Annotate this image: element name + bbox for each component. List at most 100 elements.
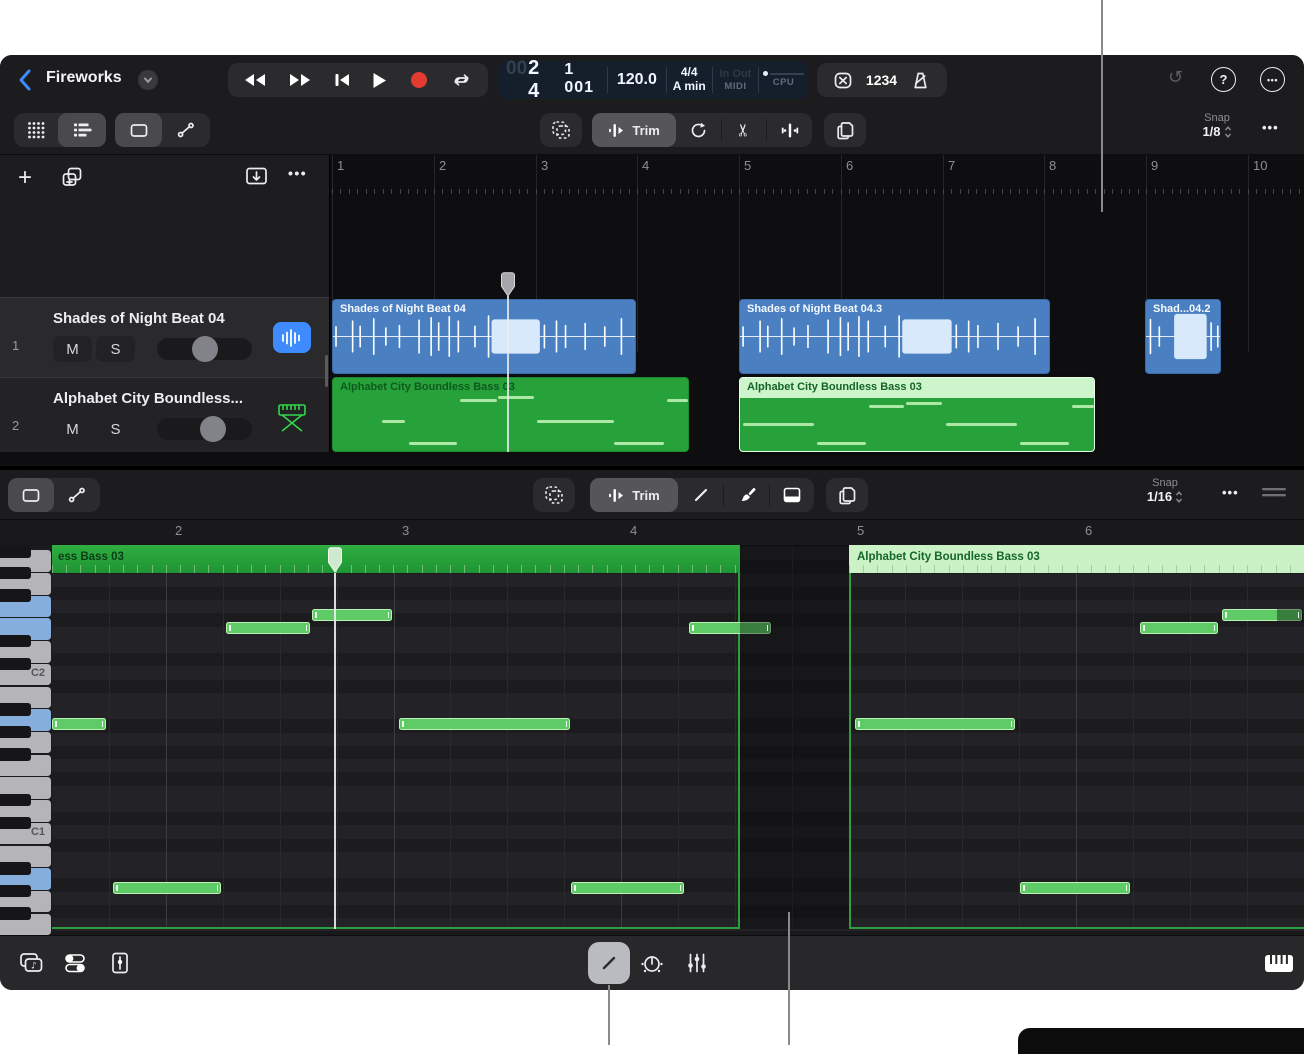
midi-note[interactable] <box>1222 609 1302 621</box>
automation-mode-button[interactable] <box>162 113 210 147</box>
piano-black-key[interactable] <box>0 589 31 602</box>
cycle-button[interactable] <box>451 71 472 89</box>
arrange-snap-control[interactable]: Snap 1/8 <box>1192 112 1242 139</box>
midi-region[interactable]: Alphabet City Boundless Bass 03 <box>332 377 689 452</box>
tracks-view-button[interactable] <box>58 113 106 147</box>
brush-tool-button[interactable] <box>724 478 769 512</box>
count-in-button[interactable]: 1234 <box>866 72 897 88</box>
midi-region[interactable]: Alphabet City Boundless Bass 03 <box>739 377 1095 452</box>
pencil-mode-button[interactable] <box>588 942 630 984</box>
piano-snap-control[interactable]: Snap 1/16 <box>1140 477 1190 504</box>
piano-more-button[interactable]: ••• <box>1222 485 1239 500</box>
piano-view-group <box>8 478 100 512</box>
midi-note[interactable] <box>1140 622 1218 634</box>
audio-region[interactable]: Shades of Night Beat 04.3 <box>739 299 1050 374</box>
arrange-trim-tool-button[interactable]: Trim <box>592 113 676 147</box>
arrange-more-button[interactable]: ••• <box>1262 120 1279 135</box>
piano-black-key[interactable] <box>0 635 31 648</box>
track-header[interactable]: 2Alphabet City Boundless...MS <box>0 377 330 452</box>
piano-black-key[interactable] <box>0 567 31 580</box>
track-type-button[interactable] <box>273 322 311 353</box>
loop-browser-button[interactable]: ♪ <box>18 951 44 975</box>
undo-button[interactable]: ↺ <box>1168 67 1183 88</box>
midi-note[interactable] <box>571 882 684 894</box>
piano-playhead-handle[interactable] <box>328 547 342 573</box>
midi-note[interactable] <box>399 718 570 730</box>
midi-note[interactable] <box>113 882 221 894</box>
arrange-ruler[interactable]: 12345678910 <box>330 155 1304 197</box>
volume-slider[interactable] <box>157 338 252 360</box>
piano-black-key[interactable] <box>0 748 31 761</box>
piano-black-key[interactable] <box>0 794 31 807</box>
split-tool-button[interactable]: ✂ <box>722 113 767 147</box>
track-header[interactable]: 1Shades of Night Beat 04MS <box>0 297 330 377</box>
play-button[interactable] <box>372 72 387 89</box>
editor-drag-handle[interactable] <box>1262 488 1286 498</box>
piano-automation-button[interactable] <box>54 478 100 512</box>
piano-trim-tool-button[interactable]: Trim <box>590 478 678 512</box>
piano-black-key[interactable] <box>0 907 31 920</box>
piano-black-key[interactable] <box>0 817 31 830</box>
piano-black-key[interactable] <box>0 545 31 558</box>
more-options-button[interactable]: ••• <box>1260 67 1285 92</box>
hide-track-headers-button[interactable] <box>245 166 268 186</box>
velocity-tool-button[interactable] <box>770 478 814 512</box>
midi-note[interactable] <box>312 609 392 621</box>
arrange-paste-button[interactable] <box>824 113 866 147</box>
midi-note[interactable] <box>689 622 771 634</box>
solo-button[interactable]: S <box>96 416 135 442</box>
lcd-display[interactable]: 00 2 4 1 001 120.0 4/4 A min In Out MIDI <box>498 61 808 99</box>
strip-tick <box>365 565 366 573</box>
track-type-button[interactable] <box>273 402 311 433</box>
playhead-handle[interactable] <box>501 272 515 297</box>
mute-button[interactable]: M <box>53 416 92 442</box>
fade-tool-button[interactable] <box>767 113 812 147</box>
piano-ruler-band[interactable] <box>0 520 1304 545</box>
project-title[interactable]: Fireworks <box>46 69 122 87</box>
piano-black-key[interactable] <box>0 658 31 671</box>
piano-region-strip-selected[interactable]: Alphabet City Boundless Bass 03 <box>849 545 1304 573</box>
midi-note[interactable] <box>855 718 1015 730</box>
regions-mode-button[interactable] <box>115 113 162 147</box>
volume-knob[interactable] <box>192 336 218 362</box>
piano-notes-mode-button[interactable] <box>8 478 54 512</box>
metronome-button[interactable] <box>910 71 931 90</box>
audio-region[interactable]: Shades of Night Beat 04 <box>332 299 636 374</box>
mixer-button[interactable] <box>686 952 708 974</box>
pencil-tool-button[interactable] <box>678 478 723 512</box>
piano-multiselect-button[interactable] <box>533 478 575 512</box>
onscreen-keyboard-button[interactable] <box>1264 953 1294 974</box>
arrange-multiselect-button[interactable] <box>540 113 582 147</box>
go-to-beginning-button[interactable] <box>334 72 350 88</box>
duplicate-track-button[interactable] <box>60 165 84 189</box>
solo-button[interactable]: S <box>96 336 135 362</box>
track-list-scrollbar[interactable] <box>325 355 328 387</box>
add-track-button[interactable]: + <box>18 164 32 192</box>
volume-slider[interactable] <box>157 418 252 440</box>
midi-note[interactable] <box>1020 882 1130 894</box>
piano-paste-button[interactable] <box>826 478 868 512</box>
replace-record-button[interactable] <box>833 71 853 90</box>
piano-black-key[interactable] <box>0 862 31 875</box>
piano-region-strip[interactable]: ess Bass 03 <box>52 545 739 573</box>
fast-forward-button[interactable] <box>289 72 311 88</box>
midi-note[interactable] <box>52 718 106 730</box>
volume-knob[interactable] <box>200 416 226 442</box>
track-options-button[interactable]: ••• <box>288 165 307 181</box>
nudge-dial-button[interactable] <box>640 952 664 976</box>
help-button[interactable]: ? <box>1211 67 1236 92</box>
record-button[interactable] <box>410 71 428 89</box>
midi-note[interactable] <box>226 622 310 634</box>
title-dropdown-button[interactable] <box>138 70 158 90</box>
plugins-button[interactable] <box>110 951 130 975</box>
audio-region[interactable]: Shad...04.2 <box>1145 299 1221 374</box>
back-button[interactable] <box>12 66 40 94</box>
piano-black-key[interactable] <box>0 885 31 898</box>
mute-button[interactable]: M <box>53 336 92 362</box>
rewind-button[interactable] <box>244 72 266 88</box>
piano-black-key[interactable] <box>0 703 31 716</box>
loop-tool-button[interactable] <box>676 113 721 147</box>
track-controls-button[interactable] <box>63 952 87 974</box>
piano-black-key[interactable] <box>0 726 31 739</box>
browser-grid-button[interactable] <box>14 113 58 147</box>
